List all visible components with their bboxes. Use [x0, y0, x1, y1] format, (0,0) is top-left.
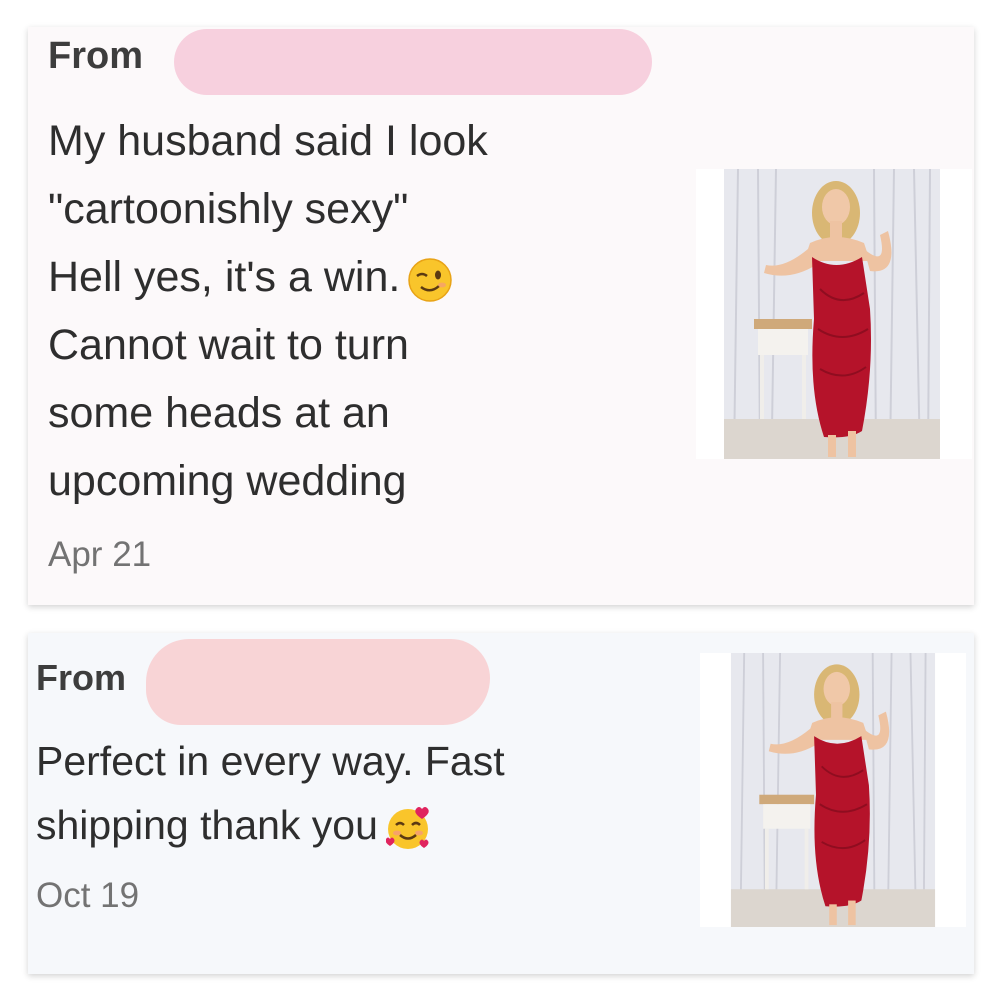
review-line: upcoming wedding	[48, 457, 407, 505]
from-label: From	[48, 35, 143, 77]
review-date: Apr 21	[48, 535, 152, 574]
from-label: From	[36, 657, 126, 698]
review-line: Hell yes, it's a win.	[48, 253, 401, 301]
review-date: Oct 19	[36, 876, 140, 915]
product-image[interactable]	[696, 169, 972, 459]
review-line: some heads at an	[48, 389, 390, 437]
redacted-username	[174, 29, 652, 95]
review-text: My husband said I look "cartoonishly sex…	[48, 107, 628, 515]
review-card: From Perfect in every way. Fast shipping…	[28, 633, 974, 974]
smiling-face-with-hearts-icon	[385, 805, 430, 851]
winking-face-icon	[408, 257, 453, 302]
review-card: From My husband said I look "cartoonishl…	[28, 27, 974, 605]
dress-photo	[724, 169, 940, 459]
review-line: Cannot wait to turn	[48, 321, 409, 369]
review-line: My husband said I look	[48, 117, 488, 165]
redacted-username	[146, 639, 490, 725]
review-text: Perfect in every way. Fast shipping than…	[36, 729, 636, 857]
product-image[interactable]	[700, 653, 966, 927]
review-line: shipping thank you	[36, 802, 378, 848]
review-line: Perfect in every way. Fast	[36, 738, 505, 784]
dress-photo	[730, 653, 936, 927]
review-line: "cartoonishly sexy"	[48, 185, 409, 233]
